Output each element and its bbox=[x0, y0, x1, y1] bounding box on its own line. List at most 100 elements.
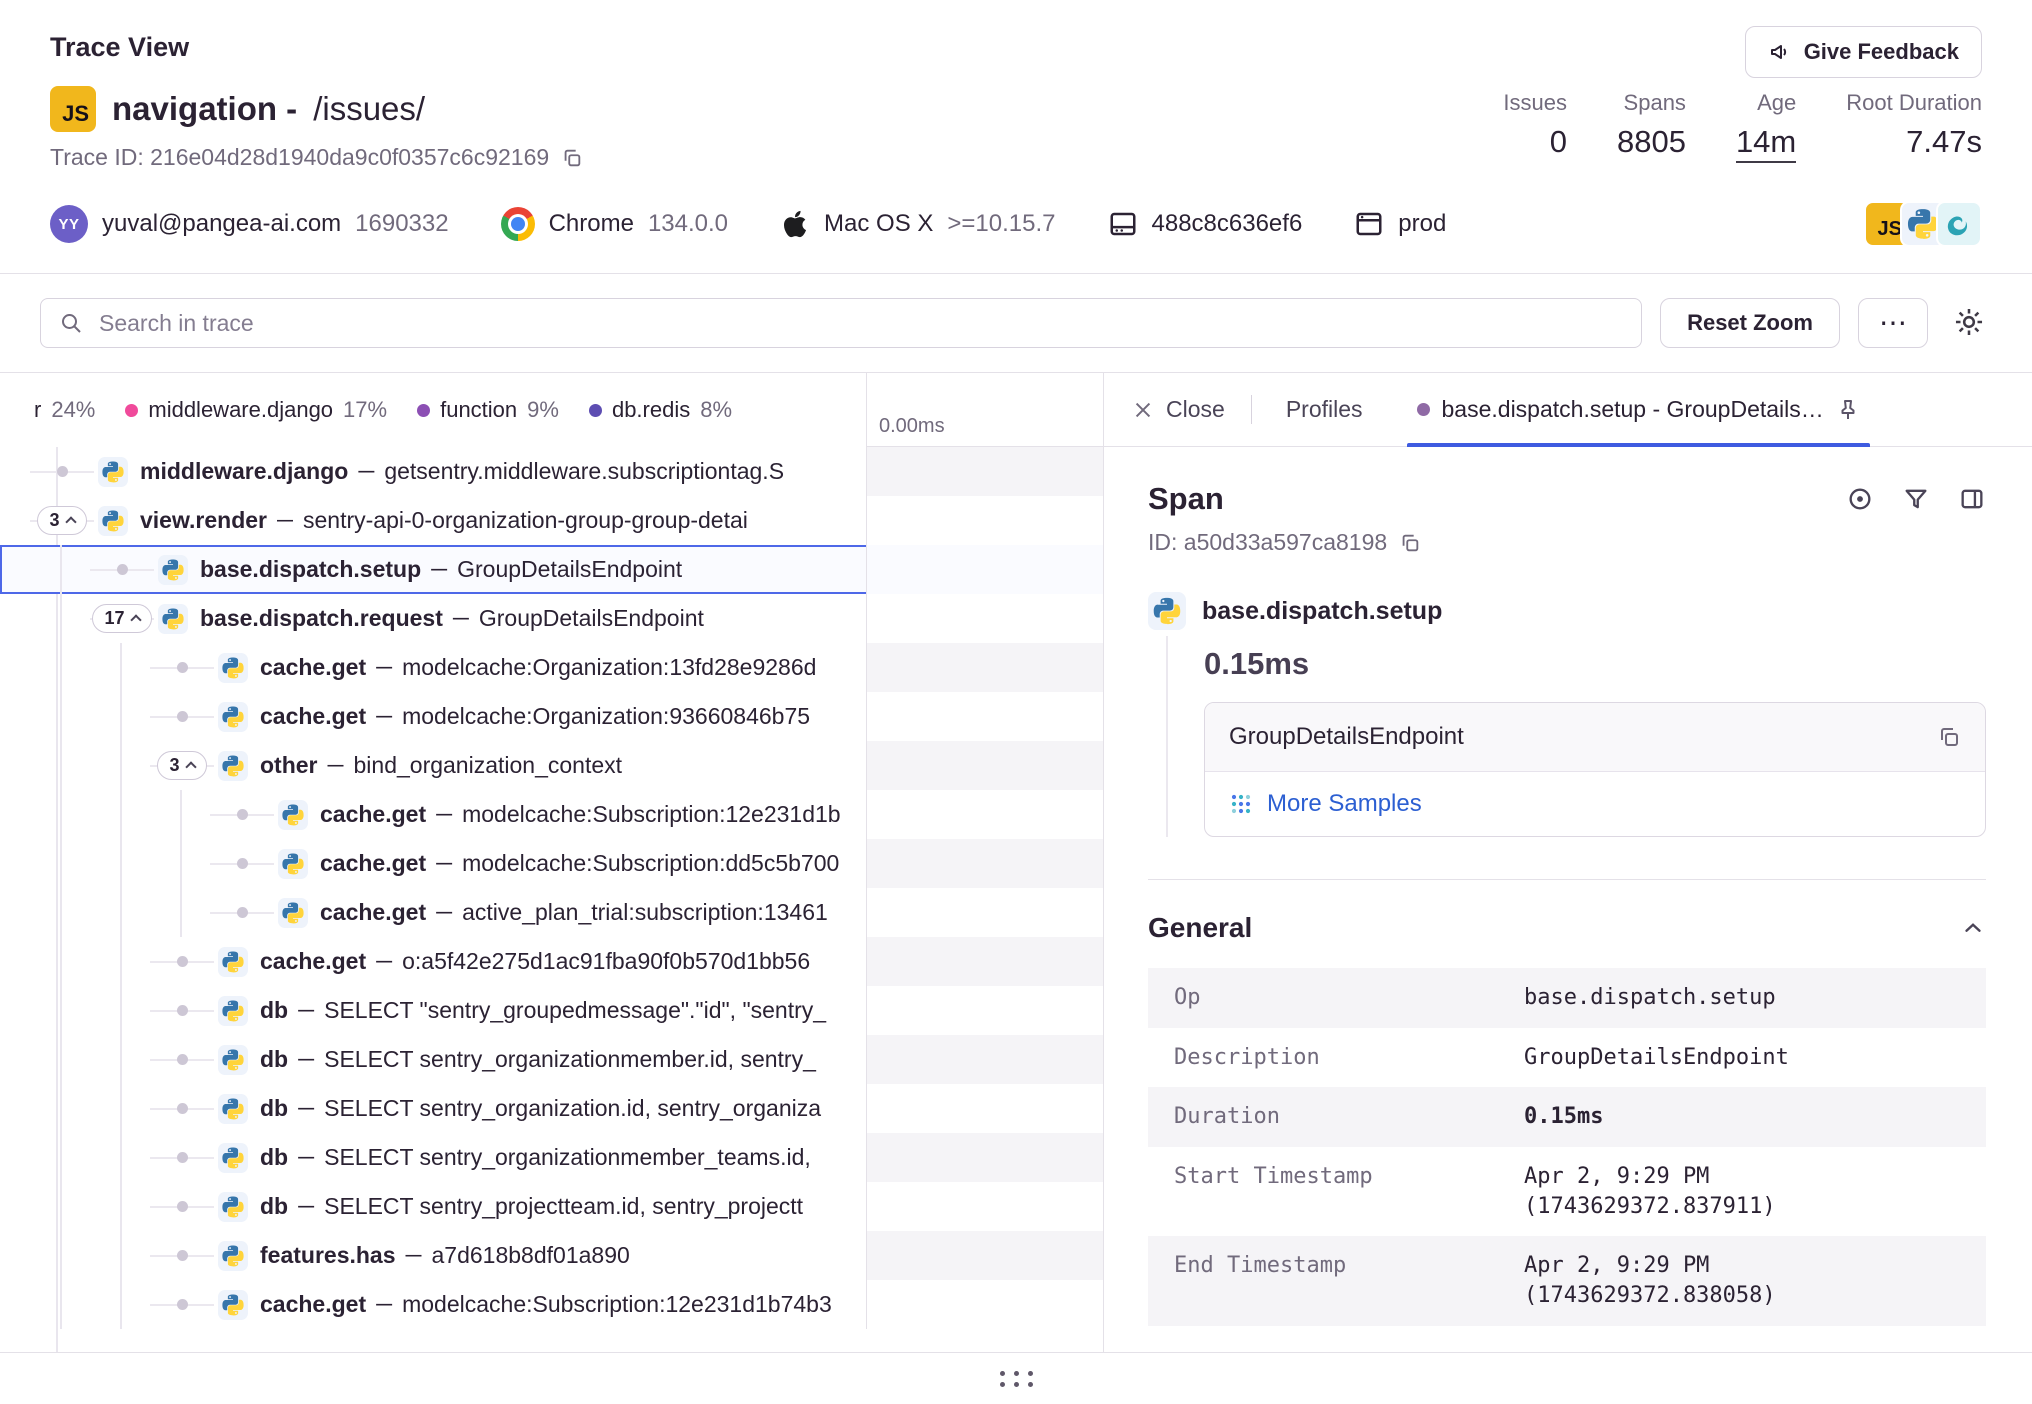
span-description: o:a5f42e275d1ac91fba90f0b570d1bb56 bbox=[402, 948, 810, 975]
trace-id: Trace ID: 216e04d28d1940da9c0f0357c6c921… bbox=[50, 144, 583, 171]
span-op: middleware.django bbox=[140, 458, 348, 485]
tree-connector-dot bbox=[177, 662, 188, 673]
python-icon bbox=[218, 702, 248, 732]
device-id: 488c8c636ef6 bbox=[1152, 210, 1303, 238]
span-timing-cell bbox=[866, 1280, 1103, 1329]
children-count-badge[interactable]: 17 bbox=[92, 604, 151, 633]
row-key: End Timestamp bbox=[1174, 1251, 1524, 1310]
give-feedback-button[interactable]: Give Feedback bbox=[1745, 26, 1982, 78]
trace-id-label: Trace ID: 216e04d28d1940da9c0f0357c6c921… bbox=[50, 144, 549, 171]
legend-label: db.redis bbox=[612, 397, 690, 423]
children-count-badge[interactable]: 3 bbox=[157, 751, 206, 780]
tree-connector-dot bbox=[177, 956, 188, 967]
sample-name: GroupDetailsEndpoint bbox=[1229, 723, 1464, 751]
span-op: features.has bbox=[260, 1242, 396, 1269]
span-row[interactable]: middleware.django — getsentry.middleware… bbox=[0, 447, 1103, 496]
trace-stats: Issues 0 Spans 8805 Age 14m Root Duratio… bbox=[1503, 86, 1982, 163]
separator: — bbox=[376, 1296, 392, 1314]
settings-button[interactable] bbox=[1946, 305, 1992, 342]
close-icon bbox=[1132, 399, 1154, 421]
general-section: General Op base.dispatch.setup Descripti… bbox=[1148, 879, 1986, 1326]
row-value: 0.15ms bbox=[1524, 1102, 1603, 1132]
copy-icon[interactable] bbox=[1937, 725, 1961, 749]
drawer-resize-handle[interactable] bbox=[0, 1352, 2032, 1404]
collapse-chevron-icon[interactable] bbox=[1960, 915, 1986, 941]
span-timing-cell bbox=[866, 594, 1103, 643]
children-count-badge[interactable]: 3 bbox=[37, 506, 86, 535]
span-row[interactable]: cache.get — active_plan_trial:subscripti… bbox=[0, 888, 1103, 937]
tree-connector-dot bbox=[57, 466, 68, 477]
span-row[interactable]: cache.get — modelcache:Subscription:12e2… bbox=[0, 790, 1103, 839]
tree-connector-dot bbox=[177, 1005, 188, 1016]
span-op: view.render bbox=[140, 507, 267, 534]
span-row[interactable]: 3 other — bind_organization_context bbox=[0, 741, 1103, 790]
span-row[interactable]: cache.get — o:a5f42e275d1ac91fba90f0b570… bbox=[0, 937, 1103, 986]
span-row[interactable]: cache.get — modelcache:Subscription:dd5c… bbox=[0, 839, 1103, 888]
span-row[interactable]: 17 base.dispatch.request — GroupDetailsE… bbox=[0, 594, 1103, 643]
filter-icon[interactable] bbox=[1902, 485, 1930, 513]
span-op: cache.get bbox=[260, 1291, 366, 1318]
separator: — bbox=[298, 1002, 314, 1020]
stat-label: Age bbox=[1757, 90, 1796, 116]
span-op: base.dispatch.setup bbox=[200, 556, 421, 583]
user-chip[interactable]: YY yuval@pangea-ai.com 1690332 bbox=[50, 205, 449, 243]
tree-connector-dot bbox=[237, 858, 248, 869]
chevron-up-icon bbox=[185, 761, 196, 772]
span-row[interactable]: db — SELECT sentry_organizationmember.id… bbox=[0, 1035, 1103, 1084]
span-actions bbox=[1846, 485, 1986, 513]
os-version: >=10.15.7 bbox=[947, 210, 1055, 238]
span-description: modelcache:Organization:13fd28e9286d bbox=[402, 654, 816, 681]
span-description: active_plan_trial:subscription:13461 bbox=[462, 899, 828, 926]
python-icon bbox=[218, 653, 248, 683]
span-row[interactable]: db — SELECT sentry_organizationmember_te… bbox=[0, 1133, 1103, 1182]
tree-connector-dot bbox=[177, 1201, 188, 1212]
stat-issues: Issues 0 bbox=[1503, 90, 1567, 163]
span-op: db bbox=[260, 1193, 288, 1220]
stat-label: Spans bbox=[1624, 90, 1686, 116]
span-tree: middleware.django — getsentry.middleware… bbox=[0, 447, 1103, 1352]
children-count: 3 bbox=[49, 510, 59, 531]
chevron-up-icon bbox=[130, 614, 141, 625]
environment: prod bbox=[1398, 210, 1446, 238]
tab-span-details[interactable]: base.dispatch.setup - GroupDetails… bbox=[1407, 373, 1870, 446]
os-name: Mac OS X bbox=[824, 210, 933, 238]
span-row[interactable]: 3 view.render — sentry-api-0-organizatio… bbox=[0, 496, 1103, 545]
tab-profiles[interactable]: Profiles bbox=[1278, 373, 1371, 446]
copy-icon[interactable] bbox=[1399, 532, 1421, 554]
focus-icon[interactable] bbox=[1846, 485, 1874, 513]
legend-dot bbox=[417, 404, 430, 417]
span-row[interactable]: db — SELECT "sentry_groupedmessage"."id"… bbox=[0, 986, 1103, 1035]
tree-connector-dot bbox=[177, 1054, 188, 1065]
legend-label: middleware.django bbox=[148, 397, 333, 423]
more-samples-link[interactable]: More Samples bbox=[1205, 772, 1985, 836]
stat-value: 8805 bbox=[1617, 124, 1686, 160]
span-row[interactable]: db — SELECT sentry_organization.id, sent… bbox=[0, 1084, 1103, 1133]
layout-panel-icon[interactable] bbox=[1958, 485, 1986, 513]
span-row-selected[interactable]: base.dispatch.setup — GroupDetailsEndpoi… bbox=[0, 545, 1103, 594]
span-row[interactable]: cache.get — modelcache:Subscription:12e2… bbox=[0, 1280, 1103, 1329]
stat-spans: Spans 8805 bbox=[1617, 90, 1686, 163]
os-chip: Mac OS X >=10.15.7 bbox=[780, 209, 1055, 239]
python-icon bbox=[218, 1192, 248, 1222]
give-feedback-label: Give Feedback bbox=[1804, 39, 1959, 65]
reset-zoom-button[interactable]: Reset Zoom bbox=[1660, 298, 1840, 348]
toolbar: Reset Zoom ⋯ bbox=[0, 274, 2032, 372]
span-description: bind_organization_context bbox=[354, 752, 623, 779]
span-op: cache.get bbox=[320, 850, 426, 877]
span-row[interactable]: features.has — a7d618b8df01a890 bbox=[0, 1231, 1103, 1280]
python-icon bbox=[278, 849, 308, 879]
environment-chip: prod bbox=[1354, 209, 1446, 239]
search-box[interactable] bbox=[40, 298, 1642, 348]
span-row[interactable]: db — SELECT sentry_projectteam.id, sentr… bbox=[0, 1182, 1103, 1231]
span-id: ID: a50d33a597ca8198 bbox=[1148, 529, 1986, 556]
close-drawer-button[interactable]: Close bbox=[1132, 373, 1225, 446]
search-input[interactable] bbox=[97, 309, 1623, 338]
copy-icon[interactable] bbox=[561, 147, 583, 169]
row-key: Description bbox=[1174, 1043, 1524, 1073]
more-options-button[interactable]: ⋯ bbox=[1858, 298, 1928, 348]
pin-icon[interactable] bbox=[1836, 398, 1860, 422]
span-row[interactable]: cache.get — modelcache:Organization:9366… bbox=[0, 692, 1103, 741]
profiling-dots-icon bbox=[1229, 792, 1253, 816]
span-description: SELECT sentry_organization.id, sentry_or… bbox=[324, 1095, 821, 1122]
span-row[interactable]: cache.get — modelcache:Organization:13fd… bbox=[0, 643, 1103, 692]
